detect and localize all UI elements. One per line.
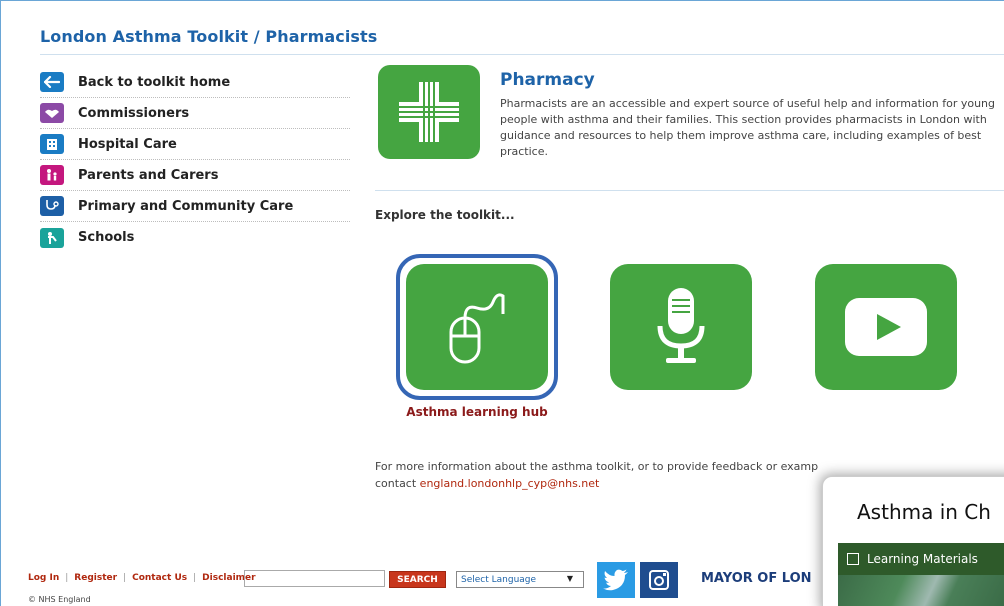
arrow-left-icon (40, 72, 64, 92)
footer-links: Log In | Register | Contact Us | Disclai… (28, 573, 256, 583)
language-select[interactable]: Select Language ▼ (456, 571, 584, 588)
title-divider (40, 54, 1004, 55)
tile-learning-hub[interactable] (406, 264, 548, 390)
section-title: Pharmacy (500, 70, 595, 90)
pharmacy-cross-icon (378, 65, 480, 159)
learning-hub-caption[interactable]: Asthma learning hub (396, 405, 558, 419)
section-divider (375, 190, 1004, 191)
learning-hub-tile[interactable] (406, 264, 548, 390)
family-icon (40, 165, 64, 185)
mouse-icon (449, 293, 505, 364)
learning-materials-icon (847, 553, 859, 565)
tile-video[interactable] (815, 264, 957, 390)
sidebar-item-back-home[interactable]: Back to toolkit home (40, 67, 350, 98)
link-separator: | (123, 573, 127, 583)
login-link[interactable]: Log In (28, 573, 59, 583)
language-select-value: Select Language (461, 574, 537, 585)
contact-us-link[interactable]: Contact Us (132, 573, 187, 583)
sidebar-item-hospital-care[interactable]: Hospital Care (40, 129, 350, 160)
twitter-button[interactable] (597, 562, 635, 598)
contact-text-tail: contact (375, 477, 417, 490)
mayor-of-london-logo: MAYOR OF LON (701, 571, 812, 586)
podcast-tile[interactable] (610, 264, 752, 390)
tile-podcast[interactable] (610, 264, 752, 390)
explore-heading: Explore the toolkit... (375, 208, 515, 222)
video-popup[interactable]: Asthma in Ch Learning Materials (822, 476, 1004, 606)
sidebar-item-schools[interactable]: Schools (40, 222, 350, 253)
search-button[interactable]: SEARCH (389, 571, 446, 588)
copyright-text: © NHS England (28, 595, 91, 604)
sidebar-item-parents-carers[interactable]: Parents and Carers (40, 160, 350, 191)
chevron-down-icon: ▼ (566, 574, 573, 583)
video-play-icon (845, 298, 927, 356)
sidebar-item-commissioners[interactable]: Commissioners (40, 98, 350, 129)
instagram-icon (649, 570, 669, 590)
page-title: London Asthma Toolkit / Pharmacists (40, 27, 378, 46)
popup-thumbnail (838, 575, 1004, 606)
footer-search-input[interactable] (244, 570, 385, 587)
instagram-button[interactable] (640, 562, 678, 598)
video-tile[interactable] (815, 264, 957, 390)
sidebar-item-primary-community-care[interactable]: Primary and Community Care (40, 191, 350, 222)
popup-title: Asthma in Ch (857, 500, 991, 524)
handshake-icon (40, 103, 64, 123)
link-separator: | (65, 573, 69, 583)
contact-email-link[interactable]: england.londonhlp_cyp@nhs.net (420, 477, 600, 490)
link-separator: | (193, 573, 197, 583)
hospital-icon (40, 134, 64, 154)
twitter-icon (603, 569, 628, 591)
register-link[interactable]: Register (74, 573, 117, 583)
sidebar-item-label: Schools (78, 230, 135, 245)
sidebar-item-label: Commissioners (78, 105, 190, 121)
stethoscope-icon (40, 196, 64, 216)
sidebar-item-label: Parents and Carers (78, 167, 219, 183)
microphone-icon (657, 288, 705, 363)
section-description: Pharmacists are an accessible and expert… (500, 97, 996, 158)
learning-materials-bar[interactable]: Learning Materials (838, 543, 1004, 575)
sidebar-item-label: Primary and Community Care (78, 198, 294, 214)
learning-materials-label: Learning Materials (867, 552, 978, 566)
sidebar-nav: Back to toolkit home Commissioners Hospi… (40, 67, 350, 253)
sidebar-item-label: Back to toolkit home (78, 74, 231, 90)
sidebar-item-label: Hospital Care (78, 136, 177, 152)
contact-text: For more information about the asthma to… (375, 460, 819, 473)
student-icon (40, 227, 64, 248)
